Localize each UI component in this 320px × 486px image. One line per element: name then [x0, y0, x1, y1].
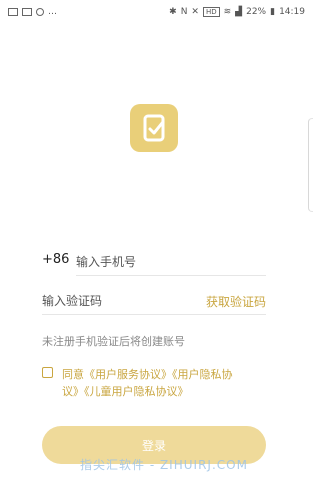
app-logo-icon [130, 104, 178, 152]
code-row: 获取验证码 [42, 289, 266, 315]
nfc-icon: N [180, 7, 188, 17]
phone-input[interactable] [76, 250, 266, 274]
country-code[interactable]: +86 [42, 252, 69, 267]
bluetooth-icon: ✱ [169, 7, 177, 17]
more-icon: … [48, 7, 57, 17]
clock-time: 14:19 [279, 7, 305, 17]
agree-checkbox[interactable] [42, 367, 53, 378]
children-privacy-link[interactable]: 《儿童用户隐私协议》 [84, 385, 189, 398]
code-divider [42, 314, 266, 315]
service-agreement-link[interactable]: 《用户服务协议》 [84, 368, 172, 381]
battery-text: 22% [246, 7, 267, 17]
settings-icon [36, 8, 44, 16]
battery-icon: ▮ [270, 7, 276, 17]
status-right: ✱ N ✕ HD ≋ ▟ 22% ▮ 14:19 [161, 7, 313, 17]
verification-code-input[interactable] [42, 289, 192, 313]
gallery-icon [8, 8, 18, 16]
message-icon [22, 8, 32, 16]
agreement-text: 同意《用户服务协议》《用户隐私协议》《儿童用户隐私协议》 [62, 366, 272, 400]
phone-row: +86 [42, 250, 266, 276]
privacy-agreement-link-tail[interactable]: 议》 [62, 385, 84, 398]
signal-icon: ▟ [235, 7, 243, 17]
status-bar: … ✱ N ✕ HD ≋ ▟ 22% ▮ 14:19 [0, 0, 313, 24]
phone-divider [76, 275, 266, 276]
hd-icon: HD [202, 7, 220, 17]
agree-prefix: 同意 [62, 368, 84, 381]
side-drawer-handle[interactable] [308, 118, 313, 212]
get-code-button[interactable]: 获取验证码 [206, 293, 266, 310]
mute-icon: ✕ [191, 7, 199, 17]
register-hint: 未注册手机验证后将创建账号 [42, 335, 185, 348]
status-left: … [0, 7, 65, 17]
wifi-icon: ≋ [223, 7, 232, 17]
privacy-agreement-link[interactable]: 《用户隐私协 [172, 368, 233, 381]
login-button[interactable]: 登录 [42, 426, 266, 464]
